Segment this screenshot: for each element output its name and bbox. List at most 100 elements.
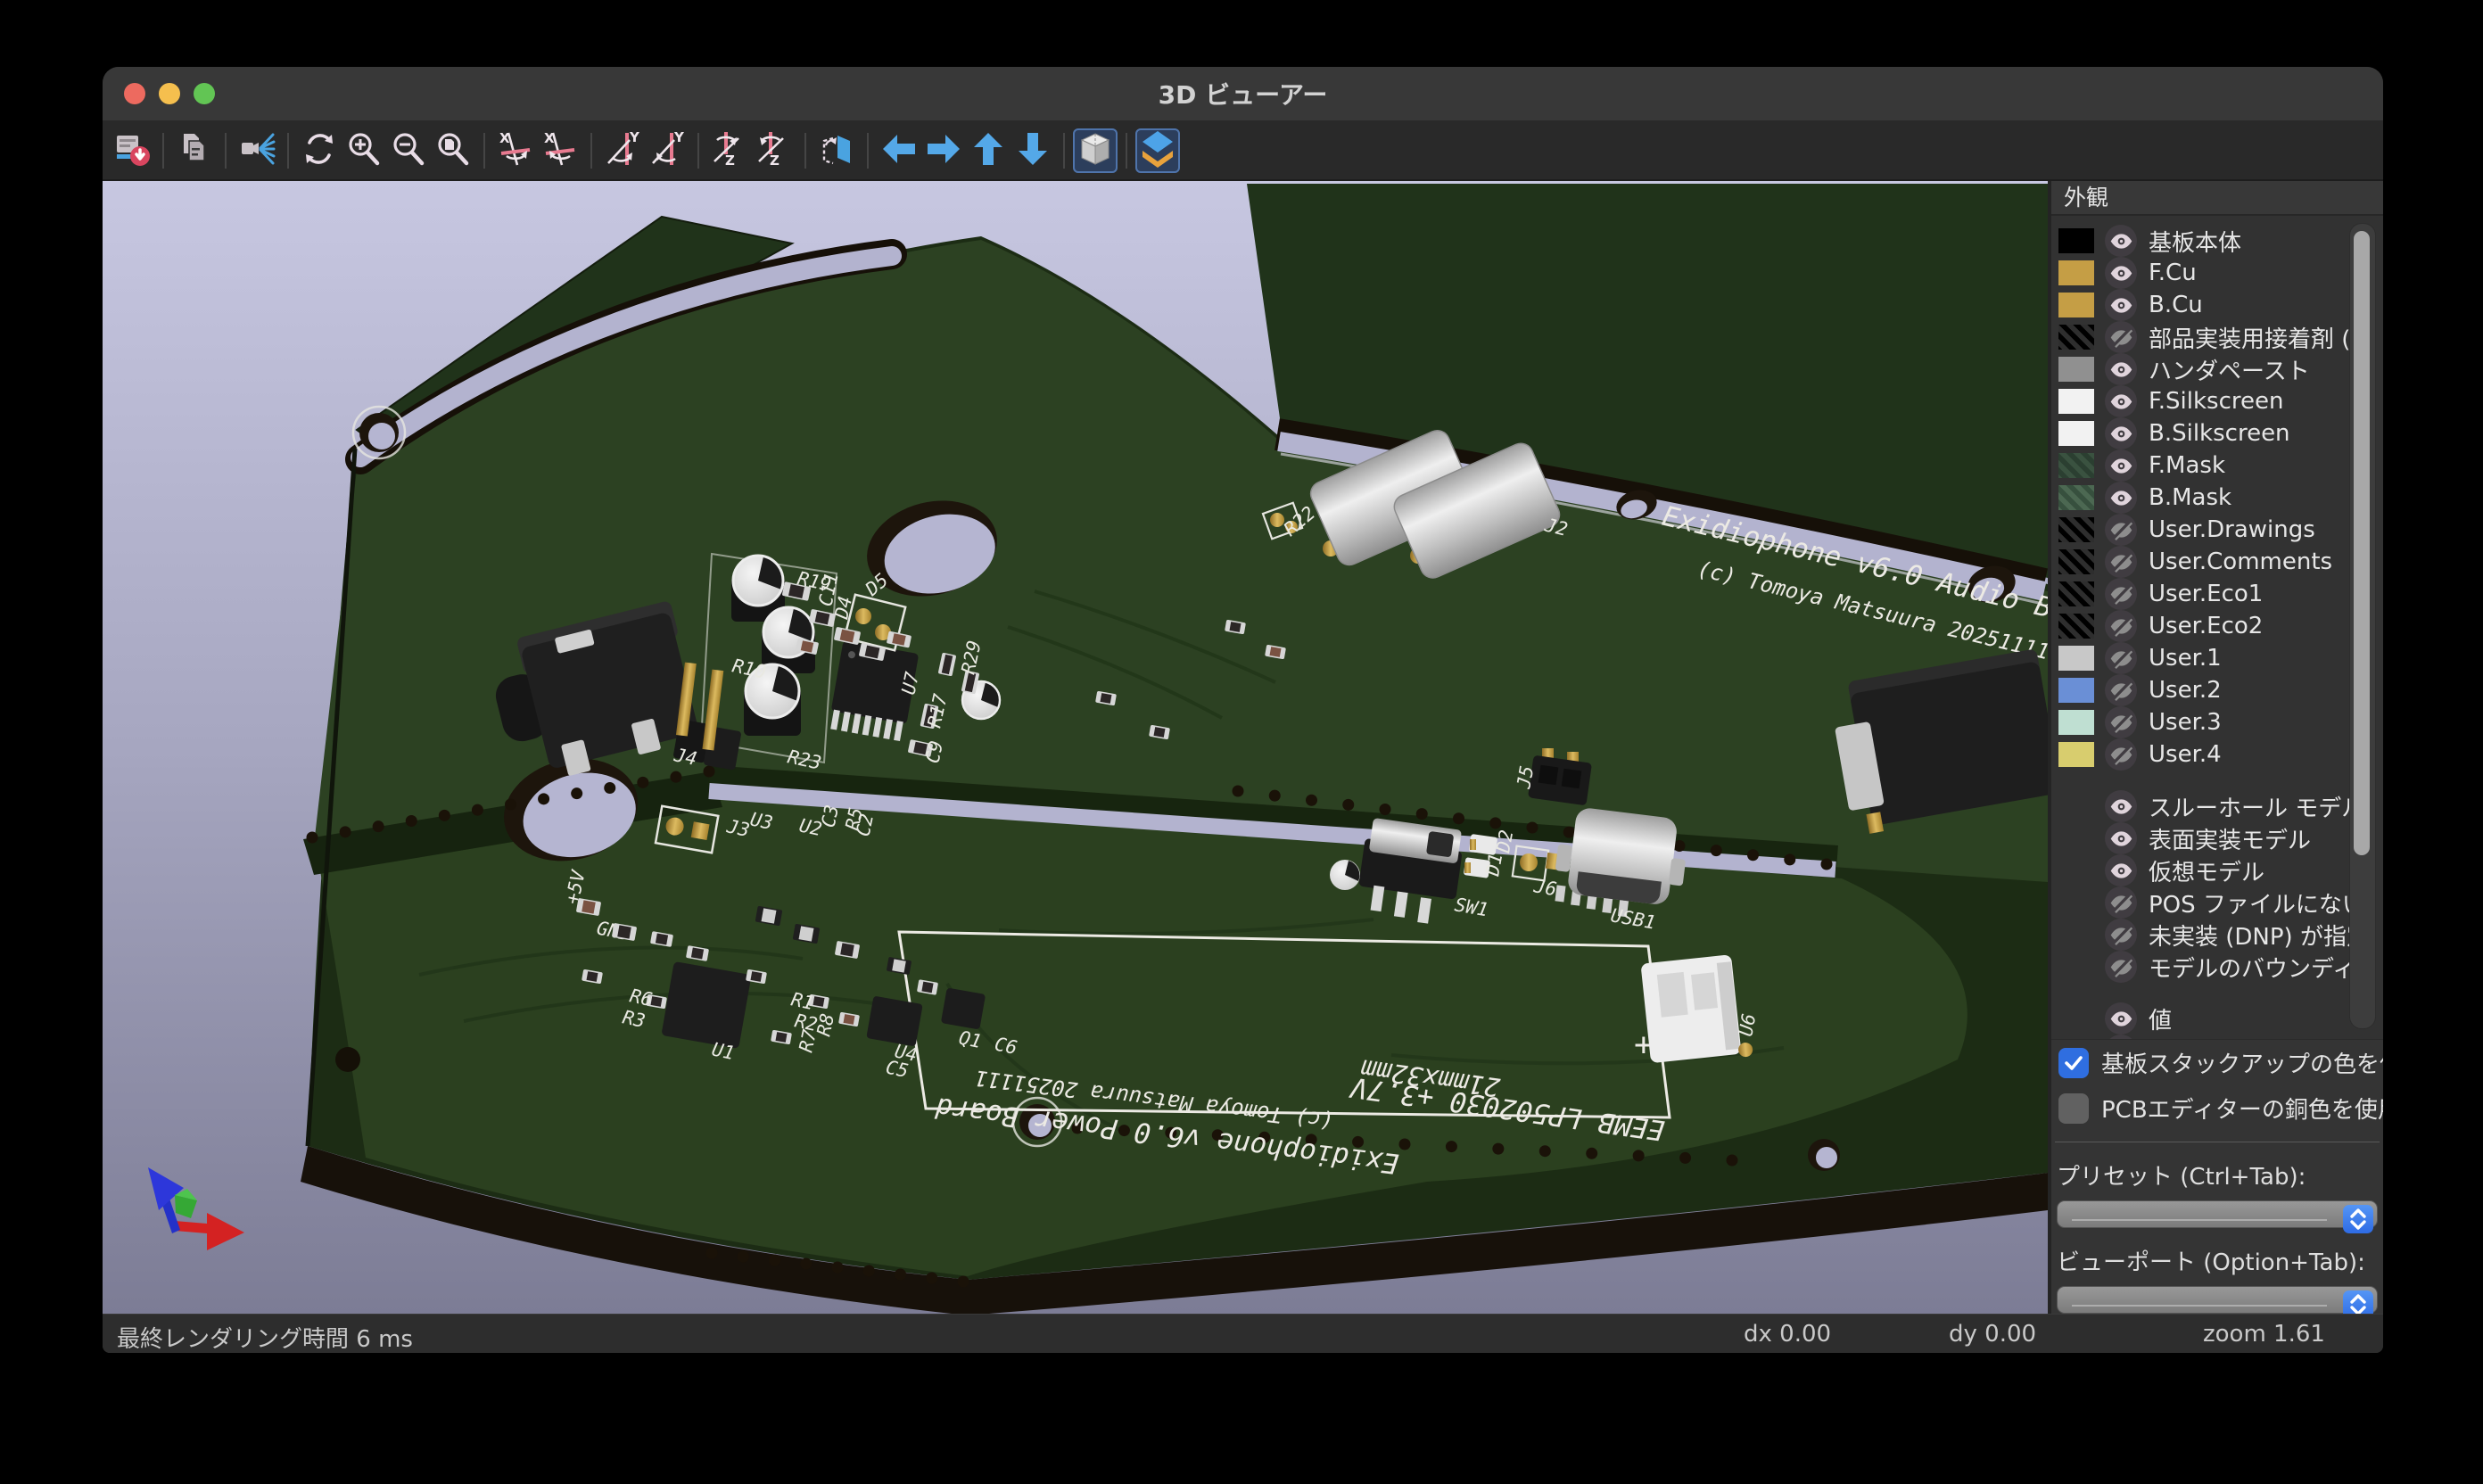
- eye-hidden-icon[interactable]: [2105, 610, 2137, 642]
- layers-icon: [1138, 129, 1177, 172]
- layer-color-swatch[interactable]: [2058, 485, 2094, 510]
- layer-row[interactable]: User.3: [2051, 706, 2383, 738]
- layer-row[interactable]: User.Eco2: [2051, 610, 2383, 642]
- flip-board-button[interactable]: [814, 128, 859, 173]
- layer-row[interactable]: ハンダペースト: [2051, 353, 2383, 385]
- rotate-y-counterclockwise-button[interactable]: Y: [645, 128, 689, 173]
- layer-color-swatch[interactable]: [2058, 614, 2094, 639]
- titlebar[interactable]: 3D ビューアー: [103, 67, 2383, 121]
- layer-color-swatch[interactable]: [2058, 646, 2094, 671]
- minimize-button[interactable]: [159, 83, 180, 104]
- eye-hidden-icon[interactable]: [2105, 738, 2137, 771]
- layer-color-swatch[interactable]: [2058, 357, 2094, 382]
- layer-row[interactable]: 基板本体: [2051, 225, 2383, 257]
- eye-hidden-icon[interactable]: [2105, 951, 2137, 983]
- layer-row[interactable]: F.Cu: [2051, 257, 2383, 289]
- 3d-viewport[interactable]: Exidiophone v6.0 Audio Board (c) Tomoya …: [103, 181, 2048, 1314]
- move-up-button[interactable]: [966, 128, 1011, 173]
- move-down-button[interactable]: [1011, 128, 1055, 173]
- layer-color-swatch[interactable]: [2058, 678, 2094, 703]
- eye-visible-icon[interactable]: [2105, 822, 2137, 854]
- layer-row[interactable]: F.Mask: [2051, 449, 2383, 482]
- eye-visible-icon[interactable]: [2105, 790, 2137, 822]
- layer-color-swatch[interactable]: [2058, 517, 2094, 542]
- layer-row[interactable]: User.4: [2051, 738, 2383, 771]
- orthographic-projection-button[interactable]: [1073, 128, 1118, 173]
- eye-hidden-icon[interactable]: [2105, 642, 2137, 674]
- layer-row[interactable]: 未実装 (DNP) が指定され: [2051, 919, 2383, 951]
- zoom-out-button[interactable]: [386, 128, 431, 173]
- layer-label: POS ファイルにないモデ: [2149, 886, 2350, 919]
- eye-hidden-icon[interactable]: [2105, 321, 2137, 353]
- eye-hidden-icon[interactable]: [2105, 514, 2137, 546]
- layer-color-swatch[interactable]: [2058, 325, 2094, 350]
- appearance-panel-toggle-button[interactable]: [1135, 128, 1180, 173]
- viewport-dropdown[interactable]: [2057, 1286, 2378, 1314]
- zoom-in-button[interactable]: [342, 128, 386, 173]
- layer-color-swatch[interactable]: [2058, 549, 2094, 574]
- eye-visible-icon[interactable]: [2105, 257, 2137, 289]
- eye-hidden-icon[interactable]: [2105, 674, 2137, 706]
- eye-hidden-icon[interactable]: [2105, 706, 2137, 738]
- checkbox-checked[interactable]: [2058, 1048, 2089, 1078]
- eye-visible-icon[interactable]: [2105, 482, 2137, 514]
- layer-row[interactable]: 値: [2051, 1002, 2383, 1035]
- eye-visible-icon[interactable]: [2105, 225, 2137, 257]
- zoom-to-fit-button[interactable]: [431, 128, 475, 173]
- layer-color-swatch[interactable]: [2058, 389, 2094, 414]
- eye-visible-icon[interactable]: [2105, 385, 2137, 417]
- layer-color-swatch[interactable]: [2058, 421, 2094, 446]
- layer-row[interactable]: 表面実装モデル: [2051, 822, 2383, 854]
- chevron-updown-icon[interactable]: [2343, 1205, 2373, 1233]
- move-left-button[interactable]: [877, 128, 921, 173]
- layer-row[interactable]: POS ファイルにないモデ: [2051, 886, 2383, 919]
- eye-visible-icon[interactable]: [2105, 449, 2137, 482]
- eye-hidden-icon[interactable]: [2105, 546, 2137, 578]
- layer-row[interactable]: B.Cu: [2051, 289, 2383, 321]
- eye-visible-icon[interactable]: [2105, 854, 2137, 886]
- layer-row[interactable]: スルーホール モデル: [2051, 790, 2383, 822]
- layer-row[interactable]: F.Silkscreen: [2051, 385, 2383, 417]
- eye-visible-icon[interactable]: [2105, 289, 2137, 321]
- layer-label: User.Eco1: [2149, 581, 2263, 607]
- render-current-view-button[interactable]: [235, 128, 279, 173]
- preset-dropdown[interactable]: [2057, 1200, 2378, 1228]
- layer-color-swatch[interactable]: [2058, 742, 2094, 767]
- layer-row[interactable]: 部品実装用接着剤 (Adh: [2051, 321, 2383, 353]
- layer-color-swatch[interactable]: [2058, 260, 2094, 285]
- layer-row[interactable]: モデルのバウンディング: [2051, 951, 2383, 983]
- layer-row[interactable]: 仮想モデル: [2051, 854, 2383, 886]
- layer-color-swatch[interactable]: [2058, 228, 2094, 253]
- layer-row[interactable]: User.Drawings: [2051, 514, 2383, 546]
- reload-board-button[interactable]: [110, 128, 154, 173]
- zoom-window-button[interactable]: [194, 83, 215, 104]
- layer-color-swatch[interactable]: [2058, 293, 2094, 317]
- layer-row[interactable]: B.Silkscreen: [2051, 417, 2383, 449]
- close-button[interactable]: [124, 83, 145, 104]
- layer-color-swatch[interactable]: [2058, 581, 2094, 606]
- layer-row[interactable]: User.2: [2051, 674, 2383, 706]
- eye-visible-icon[interactable]: [2105, 417, 2137, 449]
- layer-row[interactable]: User.Eco1: [2051, 578, 2383, 610]
- copy-image-button[interactable]: [172, 128, 217, 173]
- layer-color-swatch[interactable]: [2058, 453, 2094, 478]
- eye-visible-icon[interactable]: [2105, 353, 2137, 385]
- checkbox-unchecked[interactable]: [2058, 1093, 2089, 1124]
- rotate-x-counterclockwise-button[interactable]: X: [538, 128, 582, 173]
- layer-color-swatch[interactable]: [2058, 710, 2094, 735]
- redraw-button[interactable]: [297, 128, 342, 173]
- layer-row[interactable]: User.1: [2051, 642, 2383, 674]
- rotate-x-clockwise-button[interactable]: X: [493, 128, 538, 173]
- rotate-z-clockwise-button[interactable]: Z: [707, 128, 752, 173]
- rotate-y-clockwise-button[interactable]: Y: [600, 128, 645, 173]
- layer-row[interactable]: B.Mask: [2051, 482, 2383, 514]
- eye-hidden-icon[interactable]: [2105, 578, 2137, 610]
- scrollbar-thumb[interactable]: [2354, 231, 2370, 855]
- eye-hidden-icon[interactable]: [2105, 919, 2137, 951]
- layer-row[interactable]: User.Comments: [2051, 546, 2383, 578]
- rotate-z-counterclockwise-button[interactable]: Z: [752, 128, 796, 173]
- eye-hidden-icon[interactable]: [2105, 886, 2137, 919]
- eye-visible-icon[interactable]: [2105, 1002, 2137, 1035]
- move-right-button[interactable]: [921, 128, 966, 173]
- scrollbar[interactable]: [2349, 223, 2376, 1029]
